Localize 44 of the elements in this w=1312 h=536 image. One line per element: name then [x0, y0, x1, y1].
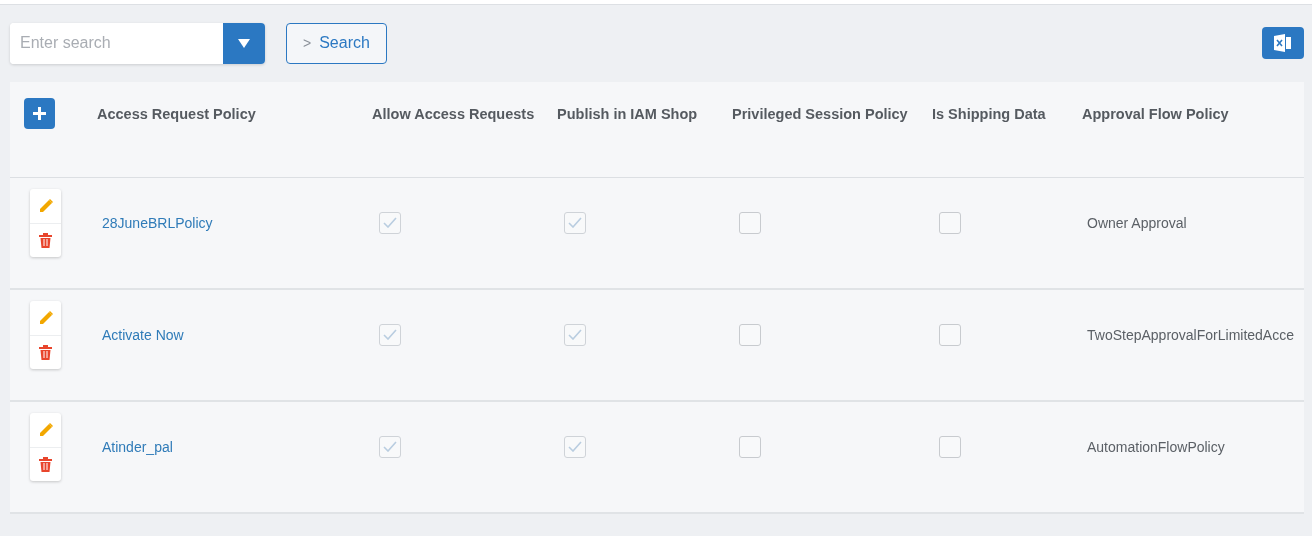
excel-export-button[interactable]	[1262, 27, 1304, 59]
trash-icon	[39, 456, 52, 472]
add-button[interactable]	[24, 98, 55, 129]
pencil-icon	[37, 421, 54, 438]
column-header: Is Shipping Data	[932, 105, 1046, 122]
column-header: Privileged Session Policy	[732, 105, 908, 122]
checkbox[interactable]	[564, 211, 586, 234]
checkbox[interactable]	[564, 323, 586, 346]
checkbox[interactable]	[739, 435, 761, 458]
checkbox[interactable]	[379, 211, 401, 234]
check-icon	[383, 217, 397, 228]
trash-icon	[39, 232, 52, 248]
check-icon	[383, 441, 397, 452]
check-icon	[568, 217, 582, 228]
policy-link[interactable]: 28JuneBRLPolicy	[102, 214, 213, 231]
dropdown-button[interactable]	[223, 22, 265, 64]
pencil-icon	[37, 309, 54, 326]
column-header: Approval Flow Policy	[1082, 105, 1229, 122]
search-button[interactable]: > Search	[286, 22, 387, 64]
checkbox[interactable]	[739, 211, 761, 234]
policy-link[interactable]: Atinder_pal	[102, 438, 173, 455]
check-icon	[568, 329, 582, 340]
pencil-icon	[37, 197, 54, 214]
check-icon	[383, 329, 397, 340]
table-cell: AutomationFlowPolicy	[1087, 438, 1225, 455]
checkbox[interactable]	[379, 435, 401, 458]
caret-icon	[238, 38, 250, 48]
trash-icon	[39, 344, 52, 360]
plus-icon	[33, 107, 46, 120]
checkbox[interactable]	[739, 323, 761, 346]
column-header: Allow Access Requests	[372, 105, 535, 122]
column-header: Access Request Policy	[97, 105, 256, 122]
check-icon	[568, 441, 582, 452]
checkbox[interactable]	[939, 323, 961, 346]
policy-link[interactable]: Activate Now	[102, 326, 184, 343]
table-cell: Owner Approval	[1087, 214, 1187, 231]
search-field[interactable]: Enter search	[10, 22, 265, 64]
checkbox[interactable]	[564, 435, 586, 458]
checkbox[interactable]	[379, 323, 401, 346]
checkbox[interactable]	[939, 435, 961, 458]
column-header: Publish in IAM Shop	[557, 105, 698, 122]
table-cell: TwoStepApprovalForLimitedAcce	[1087, 326, 1294, 343]
checkbox[interactable]	[939, 211, 961, 234]
spreadsheet-icon	[1273, 33, 1293, 53]
